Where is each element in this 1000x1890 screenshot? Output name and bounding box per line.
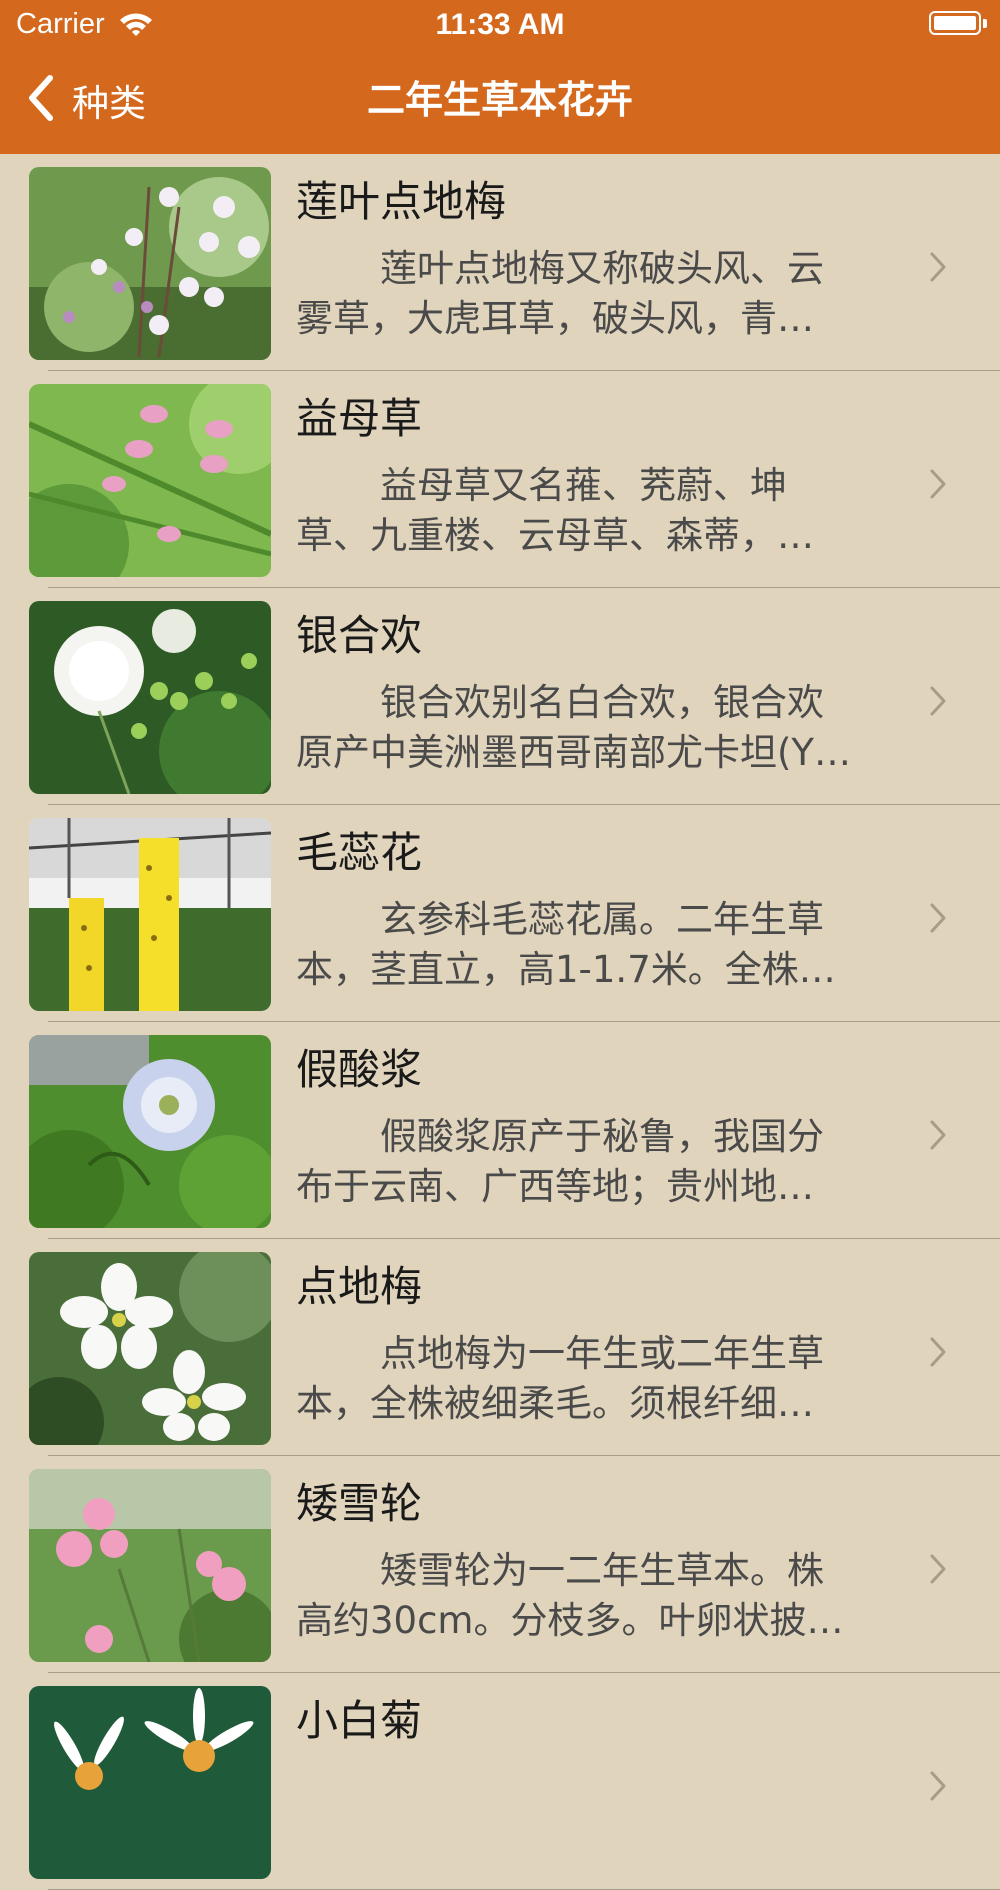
chevron-right-icon [928, 250, 948, 288]
flower-name: 益母草 [296, 394, 423, 443]
list-item[interactable]: 矮雪轮 矮雪轮为一二年生草本。株 高约30cm。分枝多。叶卵状披… [0, 1456, 1000, 1673]
chevron-right-icon [928, 901, 948, 939]
list-item[interactable]: 假酸浆 假酸浆原产于秘鲁，我国分 布于云南、广西等地；贵州地… [0, 1022, 1000, 1239]
flower-thumbnail [29, 1252, 271, 1445]
chevron-right-icon [928, 1118, 948, 1156]
flower-description: 莲叶点地梅又称破头风、云 雾草，大虎耳草，破头风，青… [296, 247, 824, 340]
list-item[interactable]: 毛蕊花 玄参科毛蕊花属。二年生草 本，茎直立，高1-1.7米。全株… [0, 805, 1000, 1022]
chevron-right-icon [928, 1335, 948, 1373]
flower-list: 莲叶点地梅 莲叶点地梅又称破头风、云 雾草，大虎耳草，破头风，青… 益母草 益母… [0, 154, 1000, 1890]
flower-thumbnail [29, 1686, 271, 1879]
flower-description: 银合欢别名白合欢，银合欢 原产中美洲墨西哥南部尤卡坦(Y… [296, 681, 852, 774]
navigation-bar: Carrier 11:33 AM 种类 二年生草本花卉 [0, 0, 1000, 154]
chevron-right-icon [928, 684, 948, 722]
flower-thumbnail [29, 384, 271, 577]
chevron-right-icon [928, 1769, 948, 1807]
flower-thumbnail [29, 167, 271, 360]
battery-icon [929, 11, 981, 35]
flower-thumbnail [29, 1035, 271, 1228]
clock: 11:33 AM [435, 8, 565, 41]
flower-thumbnail [29, 1469, 271, 1662]
flower-thumbnail [29, 818, 271, 1011]
flower-name: 点地梅 [296, 1262, 423, 1311]
flower-name: 银合欢 [296, 611, 423, 660]
chevron-right-icon [928, 467, 948, 505]
battery-nub [983, 19, 987, 28]
list-item[interactable]: 点地梅 点地梅为一年生或二年生草 本，全株被细柔毛。须根纤细… [0, 1239, 1000, 1456]
flower-name: 莲叶点地梅 [296, 177, 507, 226]
flower-name: 毛蕊花 [296, 828, 423, 877]
flower-description: 点地梅为一年生或二年生草 本，全株被细柔毛。须根纤细… [296, 1332, 824, 1425]
flower-description: 玄参科毛蕊花属。二年生草 本，茎直立，高1-1.7米。全株… [296, 898, 836, 991]
flower-thumbnail [29, 601, 271, 794]
flower-name: 矮雪轮 [296, 1479, 423, 1528]
page-title: 二年生草本花卉 [366, 78, 633, 122]
list-item[interactable]: 莲叶点地梅 莲叶点地梅又称破头风、云 雾草，大虎耳草，破头风，青… [0, 154, 1000, 371]
list-item[interactable]: 小白菊 [0, 1673, 1000, 1890]
list-item[interactable]: 益母草 益母草又名蓷、茺蔚、坤 草、九重楼、云母草、森蒂，… [0, 371, 1000, 588]
flower-description: 矮雪轮为一二年生草本。株 高约30cm。分枝多。叶卵状披… [296, 1549, 844, 1642]
list-item[interactable]: 银合欢 银合欢别名白合欢，银合欢 原产中美洲墨西哥南部尤卡坦(Y… [0, 588, 1000, 805]
flower-name: 假酸浆 [296, 1045, 423, 1094]
chevron-right-icon [928, 1552, 948, 1590]
flower-description: 假酸浆原产于秘鲁，我国分 布于云南、广西等地；贵州地… [296, 1115, 824, 1208]
flower-name: 小白菊 [296, 1696, 423, 1745]
flower-description: 益母草又名蓷、茺蔚、坤 草、九重楼、云母草、森蒂，… [296, 464, 814, 557]
